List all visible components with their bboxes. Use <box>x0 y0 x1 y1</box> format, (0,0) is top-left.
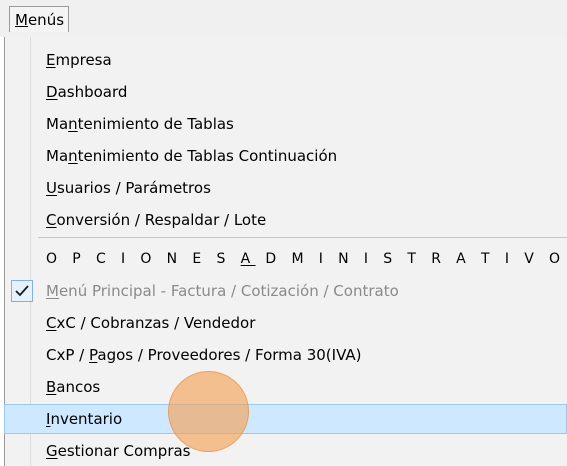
menu-item-conversion-respaldar-lote[interactable]: Conversión / Respaldar / Lote <box>4 205 567 235</box>
menu-menus[interactable]: Menús <box>9 6 70 32</box>
menu-item-opciones-administrativo-label: O P C I O N E S A D M I N I S T R A T I … <box>46 251 566 267</box>
menu-item-menu-principal-label: Menú Principal - Factura / Cotización / … <box>46 282 399 300</box>
menu-item-usuarios-parametros-label: Usuarios / Parámetros <box>46 179 211 197</box>
menu-item-mantenimiento-tablas[interactable]: Mantenimiento de Tablas <box>4 109 567 139</box>
menu-item-dashboard[interactable]: Dashboard <box>4 77 567 107</box>
menu-item-mantenimiento-tablas-continuacion[interactable]: Mantenimiento de Tablas Continuación <box>4 141 567 171</box>
menu-item-opciones-administrativo[interactable]: O P C I O N E S A D M I N I S T R A T I … <box>4 244 567 274</box>
menu-item-cxp-pagos-proveedores-label: CxP / Pagos / Proveedores / Forma 30(IVA… <box>46 346 362 364</box>
menu-separator <box>38 237 567 238</box>
menu-item-empresa-label: Empresa <box>46 51 112 69</box>
menu-item-bancos[interactable]: Bancos <box>4 372 567 402</box>
menu-item-cxp-pagos-proveedores[interactable]: CxP / Pagos / Proveedores / Forma 30(IVA… <box>4 340 567 370</box>
menu-item-menu-principal: Menú Principal - Factura / Cotización / … <box>4 276 567 306</box>
menu-item-cxc-cobranzas-vendedor-label: CxC / Cobranzas / Vendedor <box>46 314 256 332</box>
menu-item-usuarios-parametros[interactable]: Usuarios / Parámetros <box>4 173 567 203</box>
menu-menus-mnemonic: M <box>15 11 28 29</box>
menu-item-mantenimiento-tablas-label: Mantenimiento de Tablas <box>46 115 234 133</box>
menu-item-inventario[interactable]: Inventario <box>4 404 567 434</box>
menu-bar: Menús <box>0 0 567 37</box>
menu-item-empresa[interactable]: Empresa <box>4 45 567 75</box>
menu-item-cxc-cobranzas-vendedor[interactable]: CxC / Cobranzas / Vendedor <box>4 308 567 338</box>
menu-item-gestionar-compras-label: Gestionar Compras <box>46 442 191 460</box>
menu-menus-label-post: enús <box>27 11 65 29</box>
menu-item-gestionar-compras[interactable]: Gestionar Compras <box>4 436 567 466</box>
menu-item-mantenimiento-tablas-continuacion-label: Mantenimiento de Tablas Continuación <box>46 147 338 165</box>
menu-item-bancos-label: Bancos <box>46 378 101 396</box>
menu-item-inventario-label: Inventario <box>46 410 123 428</box>
menu-item-conversion-respaldar-lote-label: Conversión / Respaldar / Lote <box>46 211 267 229</box>
menu-item-dashboard-label: Dashboard <box>46 83 128 101</box>
checkmark-icon <box>11 280 33 302</box>
